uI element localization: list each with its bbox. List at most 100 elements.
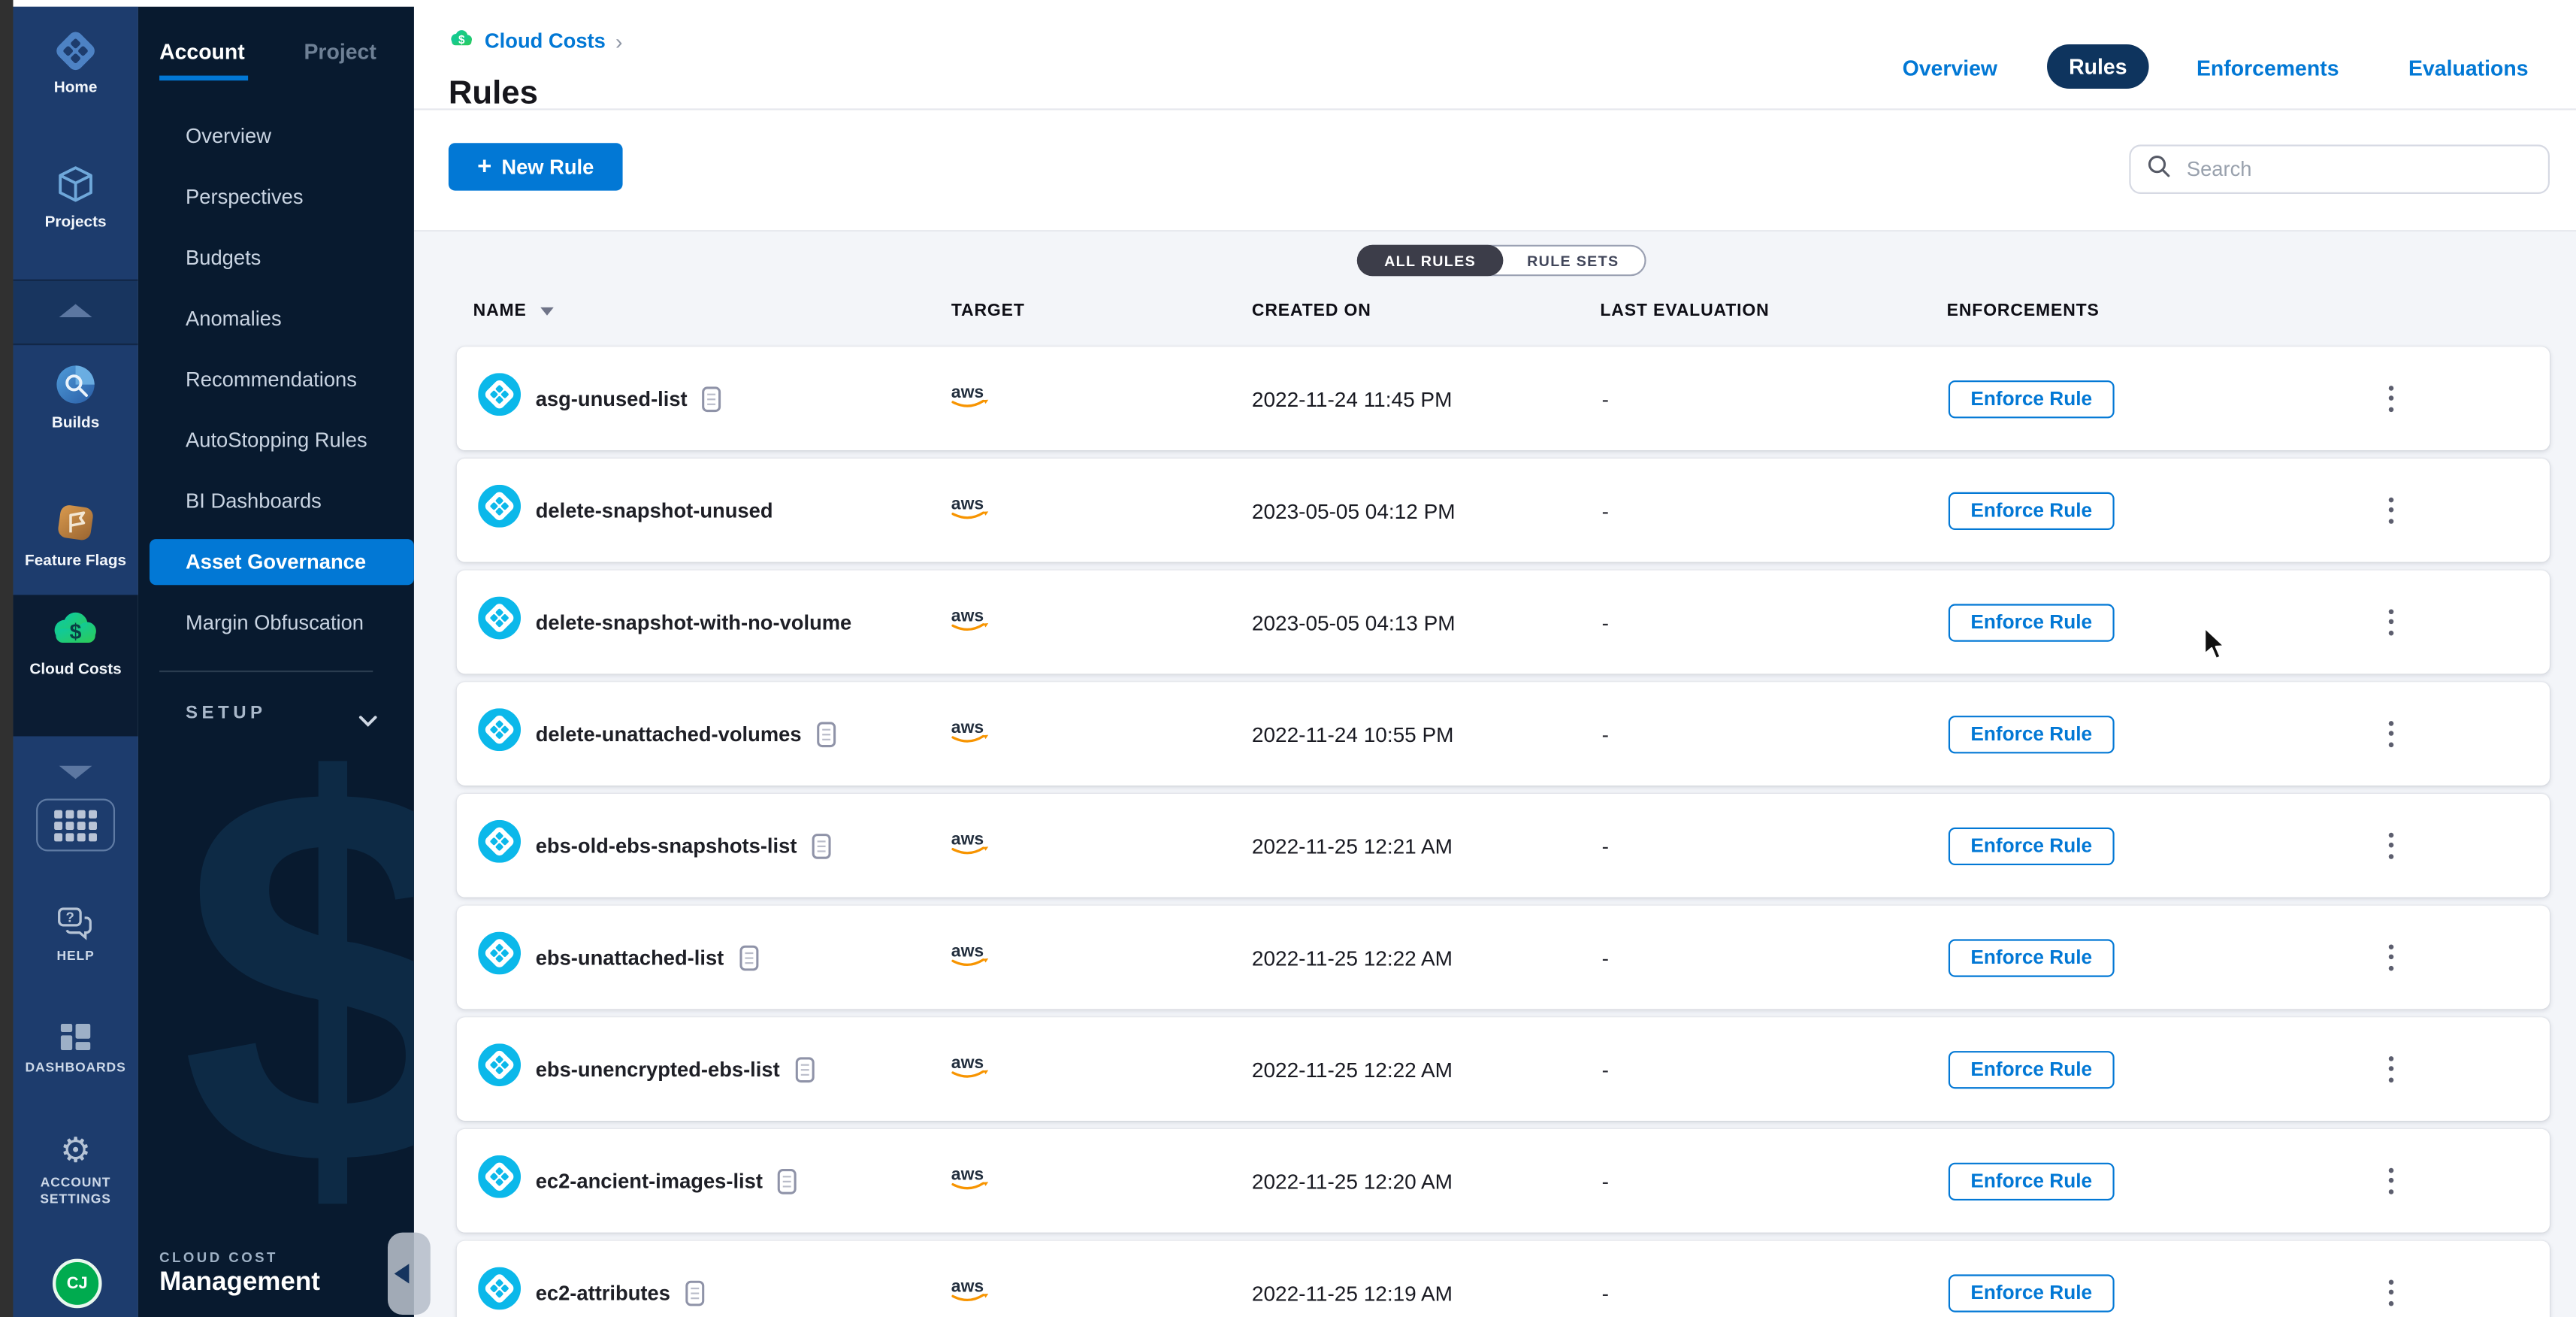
rail-item-builds[interactable]: Builds — [13, 362, 138, 432]
enforce-rule-button[interactable]: Enforce Rule — [1949, 827, 2115, 864]
table-row[interactable]: asg-unused-list aws 2022-11-24 11:45 PM … — [457, 347, 2550, 450]
kebab-menu-icon[interactable] — [2382, 378, 2400, 419]
rail-collapse-down[interactable] — [13, 766, 138, 779]
copy-icon[interactable] — [685, 1279, 705, 1306]
copy-icon[interactable] — [812, 832, 831, 858]
copy-icon[interactable] — [794, 1056, 814, 1082]
help-chat-icon: ? — [13, 904, 138, 943]
setup-chevron-down-icon[interactable] — [358, 707, 378, 736]
tab-project[interactable]: Project — [304, 39, 376, 64]
cloud-costs-sidebar: $ Account Project Overview Perspectives … — [138, 7, 414, 1317]
rail-item-help[interactable]: ? HELP — [13, 904, 138, 964]
sort-arrow-icon — [540, 307, 552, 316]
enforce-rule-button[interactable]: Enforce Rule — [1949, 938, 2115, 976]
tab-rules[interactable]: Rules — [2047, 44, 2149, 89]
dollar-watermark: $ — [180, 730, 413, 1223]
feature-flags-icon — [13, 500, 138, 550]
sidebar-item-budgets[interactable]: Budgets — [138, 227, 414, 288]
sidebar-item-asset-governance[interactable]: Asset Governance — [150, 538, 414, 584]
enforce-rule-button[interactable]: Enforce Rule — [1949, 1273, 2115, 1311]
sidebar-item-anomalies[interactable]: Anomalies — [138, 288, 414, 349]
rail-item-projects[interactable]: Projects — [13, 161, 138, 232]
aws-icon: aws — [950, 605, 991, 640]
kebab-menu-icon[interactable] — [2382, 1273, 2400, 1313]
table-row[interactable]: ebs-old-ebs-snapshots-list aws 2022-11-2… — [457, 794, 2550, 898]
aws-icon: aws — [950, 1164, 991, 1198]
module-picker-button[interactable] — [36, 799, 115, 852]
svg-text:aws: aws — [951, 605, 984, 625]
enforce-rule-button[interactable]: Enforce Rule — [1949, 715, 2115, 752]
rail-item-account-settings[interactable]: ⚙ ACCOUNT SETTINGS — [13, 1131, 138, 1208]
tab-account[interactable]: Account — [159, 39, 304, 64]
tab-enforcements[interactable]: Enforcements — [2197, 56, 2339, 80]
setup-section-label[interactable]: SETUP — [186, 704, 267, 723]
table-row[interactable]: ec2-attributes aws 2022-11-25 12:19 AM -… — [457, 1241, 2550, 1317]
column-header-name[interactable]: NAME — [473, 301, 553, 320]
rail-item-cloud-costs[interactable]: $ Cloud Costs — [13, 608, 138, 679]
table-row[interactable]: delete-unattached-volumes aws 2022-11-24… — [457, 682, 2550, 786]
sidebar-item-recommendations[interactable]: Recommendations — [138, 348, 414, 409]
rule-name: delete-snapshot-with-no-volume — [536, 610, 852, 634]
enforce-rule-button[interactable]: Enforce Rule — [1949, 603, 2115, 640]
copy-icon[interactable] — [816, 721, 836, 747]
new-rule-button[interactable]: + New Rule — [449, 143, 623, 190]
sidebar-item-perspectives[interactable]: Perspectives — [138, 166, 414, 227]
enforce-rule-button[interactable]: Enforce Rule — [1949, 1162, 2115, 1200]
active-tab-underline — [159, 76, 248, 81]
rail-item-feature-flags[interactable]: Feature Flags — [13, 500, 138, 571]
toggle-rule-sets[interactable]: RULE SETS — [1501, 247, 1644, 274]
table-row[interactable]: ebs-unattached-list aws 2022-11-25 12:22… — [457, 906, 2550, 1010]
enforce-rule-button[interactable]: Enforce Rule — [1949, 380, 2115, 417]
kebab-menu-icon[interactable] — [2382, 602, 2400, 643]
kebab-menu-icon[interactable] — [2382, 713, 2400, 754]
column-header-last-evaluation: LAST EVALUATION — [1600, 301, 1769, 320]
mouse-cursor — [2203, 626, 2228, 671]
rail-collapse-up[interactable] — [13, 280, 138, 345]
last-evaluation-value: - — [1602, 498, 1609, 522]
sidebar-collapse-button[interactable] — [388, 1233, 431, 1315]
copy-icon[interactable] — [778, 1167, 797, 1194]
kebab-menu-icon[interactable] — [2382, 825, 2400, 866]
search-input[interactable] — [2183, 156, 2531, 183]
rule-icon — [478, 485, 521, 536]
svg-text:$: $ — [70, 620, 82, 644]
svg-text:aws: aws — [951, 716, 984, 736]
sidebar-item-margin-obfuscation[interactable]: Margin Obfuscation — [138, 592, 414, 652]
main-panel: $ Cloud Costs › Rules Overview Rules Enf… — [414, 7, 2576, 1317]
tab-overview[interactable]: Overview — [1903, 56, 1997, 80]
tab-evaluations[interactable]: Evaluations — [2408, 56, 2529, 80]
table-row[interactable]: delete-snapshot-unused aws 2023-05-05 04… — [457, 459, 2550, 562]
svg-text:aws: aws — [951, 1276, 984, 1295]
kebab-menu-icon[interactable] — [2382, 1161, 2400, 1201]
user-avatar[interactable]: CJ — [53, 1259, 102, 1309]
table-row[interactable]: delete-snapshot-with-no-volume aws 2023-… — [457, 571, 2550, 674]
sidebar-item-overview[interactable]: Overview — [138, 105, 414, 166]
toggle-all-rules[interactable]: ALL RULES — [1357, 245, 1504, 277]
created-on-value: 2022-11-24 11:45 PM — [1252, 386, 1452, 411]
table-row[interactable]: ec2-ancient-images-list aws 2022-11-25 1… — [457, 1129, 2550, 1233]
svg-text:$: $ — [458, 34, 465, 47]
copy-icon[interactable] — [702, 386, 721, 412]
rail-item-home[interactable]: Home — [13, 26, 138, 97]
enforce-rule-button[interactable]: Enforce Rule — [1949, 492, 2115, 529]
rule-name: ec2-ancient-images-list — [536, 1169, 763, 1192]
sidebar-item-bi-dashboards[interactable]: BI Dashboards — [138, 470, 414, 531]
table-row[interactable]: ebs-unencrypted-ebs-list aws 2022-11-25 … — [457, 1017, 2550, 1121]
cloud-costs-icon: $ — [13, 608, 138, 658]
rail-item-dashboards[interactable]: DASHBOARDS — [13, 1019, 138, 1076]
copy-icon[interactable] — [739, 944, 758, 970]
rule-icon — [478, 708, 521, 759]
rule-icon — [478, 820, 521, 871]
enforce-rule-button[interactable]: Enforce Rule — [1949, 1050, 2115, 1088]
kebab-menu-icon[interactable] — [2382, 490, 2400, 531]
created-on-value: 2023-05-05 04:13 PM — [1252, 610, 1456, 634]
rule-name: ebs-unattached-list — [536, 946, 724, 969]
svg-text:?: ? — [65, 909, 74, 925]
breadcrumb-link[interactable]: Cloud Costs — [485, 29, 606, 53]
kebab-menu-icon[interactable] — [2382, 1049, 2400, 1089]
screen-edge — [0, 0, 13, 1317]
kebab-menu-icon[interactable] — [2382, 937, 2400, 978]
rules-table-section: ALL RULES RULE SETS NAME TARGET CREATED … — [414, 232, 2576, 1317]
sidebar-item-autostopping-rules[interactable]: AutoStopping Rules — [138, 409, 414, 470]
last-evaluation-value: - — [1602, 1280, 1609, 1305]
